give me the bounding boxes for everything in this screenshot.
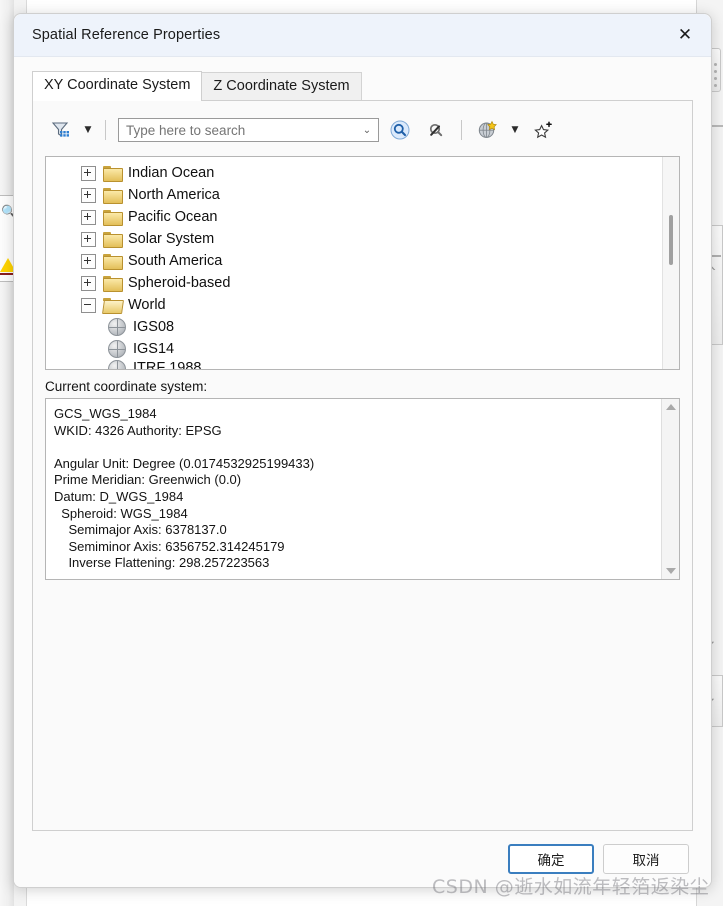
expand-plus-icon[interactable] <box>81 187 96 203</box>
coordinate-system-toolbar: ▼ ⌄ <box>33 101 692 145</box>
cancel-button[interactable]: 取消 <box>603 844 689 874</box>
tree-item-label: IGS08 <box>133 319 175 335</box>
expand-plus-icon[interactable] <box>81 253 96 269</box>
coordinate-system-tree[interactable]: Indian Ocean North America Pacific Ocean… <box>45 156 680 370</box>
globe-icon <box>108 360 126 369</box>
tree-row[interactable]: World <box>46 294 662 316</box>
toolbar-separator-2 <box>461 120 462 140</box>
background-magnifier-icon: 🔍 <box>1 204 18 219</box>
folder-icon <box>103 232 123 248</box>
expand-plus-icon[interactable] <box>81 209 96 225</box>
tree-item-label: World <box>128 297 166 313</box>
tree-item-label: Spheroid-based <box>128 275 231 291</box>
dialog-title-bar: Spatial Reference Properties ✕ <box>14 14 711 57</box>
background-overflow-dots-icon <box>714 63 717 89</box>
tree-items: Indian Ocean North America Pacific Ocean… <box>46 157 662 369</box>
current-coordinate-system-box: GCS_WGS_1984 WKID: 4326 Authority: EPSG … <box>45 398 680 580</box>
globe-icon <box>108 318 126 336</box>
close-icon[interactable]: ✕ <box>663 15 707 55</box>
search-input[interactable] <box>126 122 358 138</box>
tree-row[interactable]: Solar System <box>46 228 662 250</box>
expand-plus-icon[interactable] <box>81 275 96 291</box>
tree-vertical-scrollbar[interactable] <box>662 157 679 369</box>
tree-row[interactable]: IGS14 <box>46 338 662 360</box>
folder-open-icon <box>102 298 124 314</box>
tree-item-label: Solar System <box>128 231 215 247</box>
globe-dropdown-caret-icon[interactable]: ▼ <box>508 117 522 143</box>
search-dropdown-caret-icon[interactable]: ⌄ <box>358 125 376 136</box>
tree-row[interactable]: IGS08 <box>46 316 662 338</box>
current-cs-vertical-scrollbar[interactable] <box>661 399 679 579</box>
tree-item-label: Pacific Ocean <box>128 209 218 225</box>
dialog-footer: 确定 取消 <box>14 831 711 887</box>
globe-star-icon[interactable] <box>472 116 502 144</box>
tree-row[interactable]: Pacific Ocean <box>46 206 662 228</box>
folder-icon <box>103 276 123 292</box>
collapse-minus-icon[interactable] <box>81 297 96 313</box>
folder-icon <box>103 166 123 182</box>
folder-icon <box>103 210 123 226</box>
folder-icon <box>103 254 123 270</box>
scroll-down-arrow-icon[interactable] <box>664 565 677 577</box>
tree-row[interactable]: North America <box>46 184 662 206</box>
tree-item-label: South America <box>128 253 223 269</box>
tree-item-label: ITRF 1988 <box>133 360 202 369</box>
tree-scrollbar-thumb[interactable] <box>669 215 673 265</box>
tab-z-coordinate-system[interactable]: Z Coordinate System <box>201 72 362 101</box>
ok-button[interactable]: 确定 <box>508 844 594 874</box>
filter-dropdown-caret-icon[interactable]: ▼ <box>81 117 95 143</box>
search-icon[interactable] <box>385 116 415 144</box>
tree-row[interactable]: ITRF 1988 <box>46 360 662 369</box>
tab-strip: XY Coordinate System Z Coordinate System <box>14 71 711 101</box>
dialog-title: Spatial Reference Properties <box>32 27 221 43</box>
tree-item-label: Indian Ocean <box>128 165 215 181</box>
spatial-reference-properties-dialog: Spatial Reference Properties ✕ XY Coordi… <box>13 13 712 888</box>
add-to-favorites-star-icon[interactable] <box>528 116 558 144</box>
expand-plus-icon[interactable] <box>81 165 96 181</box>
current-coordinate-system-label: Current coordinate system: <box>45 379 208 394</box>
xy-coordinate-system-panel: ▼ ⌄ <box>32 100 693 831</box>
scroll-up-arrow-icon[interactable] <box>664 401 677 413</box>
clear-search-icon[interactable] <box>421 116 451 144</box>
toolbar-separator-1 <box>105 120 106 140</box>
current-coordinate-system-text: GCS_WGS_1984 WKID: 4326 Authority: EPSG … <box>54 406 315 571</box>
tree-item-label: North America <box>128 187 220 203</box>
tree-item-label: IGS14 <box>133 341 175 357</box>
tree-row[interactable]: South America <box>46 250 662 272</box>
tree-row[interactable]: Spheroid-based <box>46 272 662 294</box>
filter-icon[interactable] <box>45 116 75 144</box>
folder-icon <box>103 188 123 204</box>
search-combobox[interactable]: ⌄ <box>118 118 379 142</box>
tab-xy-coordinate-system[interactable]: XY Coordinate System <box>32 71 203 101</box>
globe-icon <box>108 340 126 358</box>
expand-plus-icon[interactable] <box>81 231 96 247</box>
tree-row[interactable]: Indian Ocean <box>46 162 662 184</box>
